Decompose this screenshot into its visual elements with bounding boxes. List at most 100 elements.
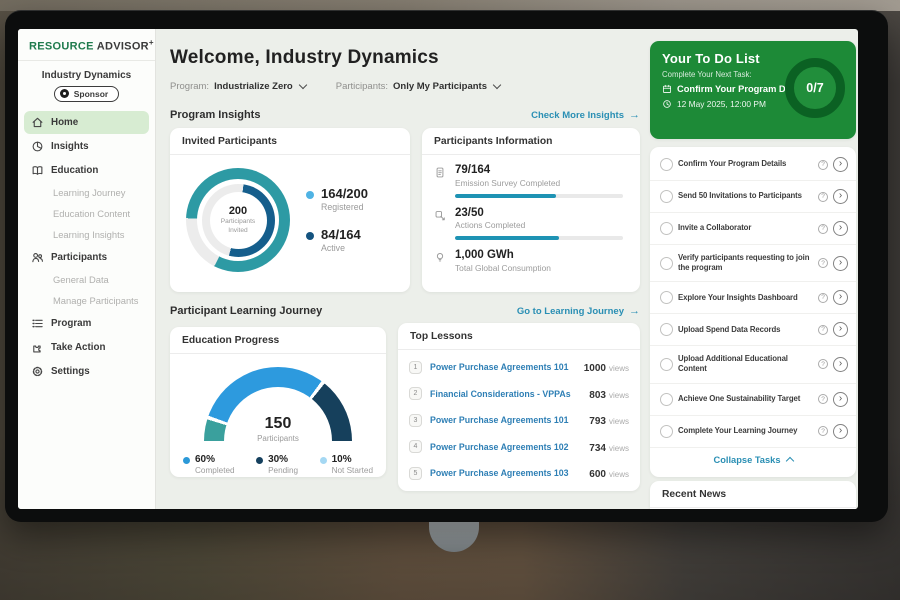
task-checkbox[interactable] xyxy=(660,291,673,304)
sidebar-item-participants[interactable]: Participants xyxy=(24,246,149,269)
lesson-row[interactable]: 4 Power Purchase Agreements 102 734views xyxy=(398,434,640,461)
task-label: Achieve One Sustainability Target xyxy=(678,394,813,404)
help-icon[interactable]: ? xyxy=(818,394,828,404)
people-icon xyxy=(31,251,44,264)
actions-value: 23/50 xyxy=(455,207,623,220)
go-to-learning-journey-label: Go to Learning Journey xyxy=(517,306,624,317)
sidebar-item-manage-participants[interactable]: Manage Participants xyxy=(24,291,149,311)
chevron-right-button[interactable]: › xyxy=(833,157,848,172)
sidebar-item-general-data[interactable]: General Data xyxy=(24,270,149,290)
lesson-row[interactable]: 5 Power Purchase Agreements 103 600views xyxy=(398,460,640,487)
chevron-right-button[interactable]: › xyxy=(833,357,848,372)
chevron-right-button[interactable]: › xyxy=(833,290,848,305)
collapse-tasks-link[interactable]: Collapse Tasks xyxy=(650,448,856,469)
task-row[interactable]: Invite a Collaborator ? › xyxy=(650,213,856,245)
active-value: 84/164 xyxy=(321,228,361,241)
puzzle-icon xyxy=(31,341,44,354)
program-filter-value: Industrialize Zero xyxy=(214,81,293,92)
participants-filter-dropdown[interactable]: Participants: Only My Participants xyxy=(336,81,500,92)
donut-center-value: 200 xyxy=(229,205,247,217)
lesson-link[interactable]: Power Purchase Agreements 103 xyxy=(430,468,581,478)
task-row[interactable]: Confirm Your Program Details ? › xyxy=(650,149,856,181)
survey-progress-bar xyxy=(455,194,623,198)
task-label: Confirm Your Program Details xyxy=(678,159,813,169)
learning-journey-heading: Participant Learning Journey xyxy=(170,305,322,317)
sidebar-item-education[interactable]: Education xyxy=(24,159,149,182)
task-row[interactable]: Upload Spend Data Records ? › xyxy=(650,314,856,346)
task-list-card: Confirm Your Program Details ? › Send 50… xyxy=(650,147,856,477)
help-icon[interactable]: ? xyxy=(818,160,828,170)
completed-dot-icon xyxy=(183,457,190,464)
lesson-link[interactable]: Financial Considerations - VPPAs xyxy=(430,389,581,399)
help-icon[interactable]: ? xyxy=(818,359,828,369)
lesson-link[interactable]: Power Purchase Agreements 102 xyxy=(430,442,581,452)
pending-pct: 30% xyxy=(268,454,298,465)
help-icon[interactable]: ? xyxy=(818,258,828,268)
gauge-center-label: Participants xyxy=(204,434,352,443)
sidebar-item-insights[interactable]: Insights xyxy=(24,135,149,158)
task-row[interactable]: Verify participants requesting to join t… xyxy=(650,245,856,282)
lesson-row[interactable]: 2 Financial Considerations - VPPAs 803vi… xyxy=(398,381,640,408)
photo-background: RESOURCE ADVISOR+ Industry Dynamics Spon… xyxy=(0,0,900,600)
task-checkbox[interactable] xyxy=(660,190,673,203)
program-filter-dropdown[interactable]: Program: Industrialize Zero xyxy=(170,81,306,92)
check-more-insights-link[interactable]: Check More Insights → xyxy=(531,109,640,121)
sidebar-item-label: Take Action xyxy=(51,342,105,353)
task-row[interactable]: Upload Additional Educational Content ? … xyxy=(650,346,856,383)
help-icon[interactable]: ? xyxy=(818,192,828,202)
task-checkbox[interactable] xyxy=(660,257,673,270)
go-to-learning-journey-link[interactable]: Go to Learning Journey → xyxy=(517,305,640,317)
task-checkbox[interactable] xyxy=(660,393,673,406)
chevron-right-button[interactable]: › xyxy=(833,256,848,271)
chevron-right-button[interactable]: › xyxy=(833,322,848,337)
program-insights-heading: Program Insights xyxy=(170,109,260,121)
sidebar-item-education-content[interactable]: Education Content xyxy=(24,204,149,224)
brand-plus: + xyxy=(149,38,154,47)
info-row-survey: 79/164 Emission Survey Completed xyxy=(422,155,640,198)
lesson-row[interactable]: 1 Power Purchase Agreements 101 1000view… xyxy=(398,354,640,381)
chevron-right-button[interactable]: › xyxy=(833,392,848,407)
sidebar-item-take-action[interactable]: Take Action xyxy=(24,336,149,359)
task-label: Upload Additional Educational Content xyxy=(678,354,813,374)
task-row[interactable]: Complete Your Learning Journey ? › xyxy=(650,416,856,448)
arrow-right-icon: → xyxy=(629,305,640,317)
lesson-link[interactable]: Power Purchase Agreements 101 xyxy=(430,415,581,425)
lesson-views-label: views xyxy=(609,444,629,453)
sidebar-item-learning-insights[interactable]: Learning Insights xyxy=(24,225,149,245)
task-checkbox[interactable] xyxy=(660,222,673,235)
actions-icon xyxy=(434,209,446,222)
sidebar-item-home[interactable]: Home xyxy=(24,111,149,134)
chevron-right-button[interactable]: › xyxy=(833,424,848,439)
task-row[interactable]: Send 50 Invitations to Participants ? › xyxy=(650,181,856,213)
task-row[interactable]: Explore Your Insights Dashboard ? › xyxy=(650,282,856,314)
help-icon[interactable]: ? xyxy=(818,293,828,303)
task-checkbox[interactable] xyxy=(660,323,673,336)
sidebar-item-program[interactable]: Program xyxy=(24,312,149,335)
lesson-row[interactable]: 3 Power Purchase Agreements 101 793views xyxy=(398,407,640,434)
task-row[interactable]: Achieve One Sustainability Target ? › xyxy=(650,384,856,416)
legend-registered: 164/200 Registered xyxy=(306,187,368,212)
actions-progress-bar xyxy=(455,236,623,240)
sidebar-item-learning-journey[interactable]: Learning Journey xyxy=(24,183,149,203)
registered-label: Registered xyxy=(321,202,368,212)
sidebar-item-label: Settings xyxy=(51,366,90,377)
list-icon xyxy=(31,317,44,330)
task-label: Complete Your Learning Journey xyxy=(678,426,813,436)
lesson-link[interactable]: Power Purchase Agreements 101 xyxy=(430,362,576,372)
task-checkbox[interactable] xyxy=(660,158,673,171)
chevron-right-button[interactable]: › xyxy=(833,221,848,236)
sponsor-badge: Sponsor xyxy=(54,86,119,102)
sidebar-item-label: Insights xyxy=(51,141,89,152)
sidebar-item-settings[interactable]: Settings xyxy=(24,360,149,383)
help-icon[interactable]: ? xyxy=(818,426,828,436)
chevron-right-button[interactable]: › xyxy=(833,189,848,204)
help-icon[interactable]: ? xyxy=(818,325,828,335)
info-row-actions: 23/50 Actions Completed xyxy=(422,198,640,241)
help-icon[interactable]: ? xyxy=(818,224,828,234)
lesson-rank: 4 xyxy=(409,440,422,453)
sponsor-badge-icon xyxy=(60,89,69,98)
invited-participants-title: Invited Participants xyxy=(170,128,410,155)
task-checkbox[interactable] xyxy=(660,425,673,438)
task-checkbox[interactable] xyxy=(660,358,673,371)
participants-filter-value: Only My Participants xyxy=(393,81,487,92)
